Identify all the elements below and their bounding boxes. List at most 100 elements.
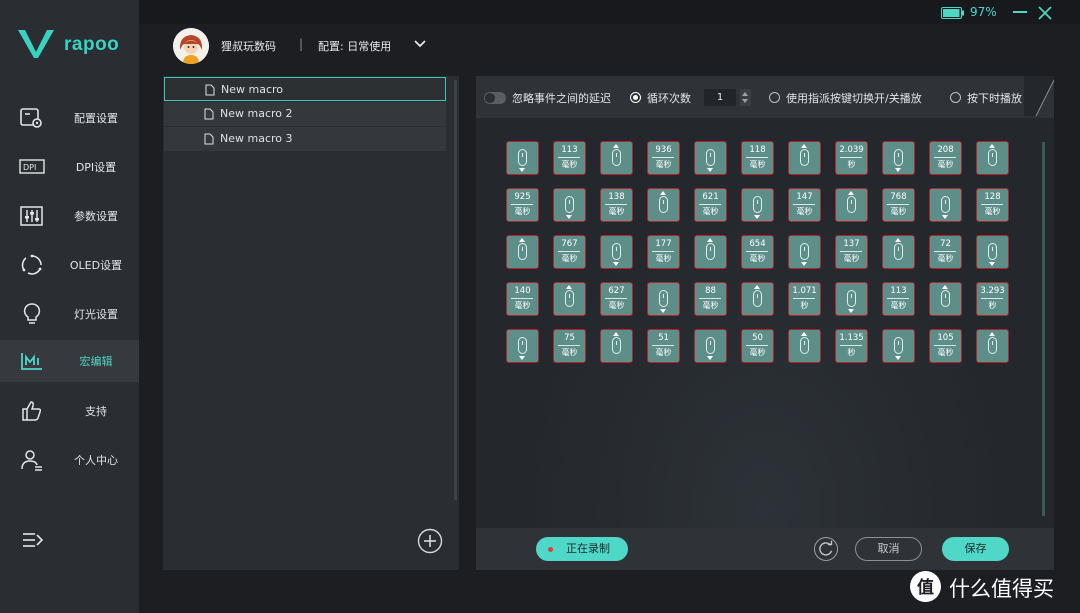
sidebar-item-profile[interactable]: 个人中心: [0, 439, 139, 481]
delay-event[interactable]: 50 毫秒: [741, 329, 774, 363]
sidebar-item-params[interactable]: 参数设置: [0, 195, 139, 237]
ignore-delay-toggle[interactable]: [484, 92, 506, 104]
mouse-press-event[interactable]: [976, 235, 1009, 269]
sidebar-item-dpi[interactable]: DPI DPI设置: [0, 146, 139, 188]
delay-value: 118: [749, 145, 766, 155]
delay-event[interactable]: 105 毫秒: [929, 329, 962, 363]
save-button[interactable]: 保存: [942, 537, 1009, 561]
delay-unit: 秒: [988, 301, 997, 310]
cancel-button[interactable]: 取消: [855, 537, 922, 561]
mouse-press-event[interactable]: [506, 329, 539, 363]
mouse-press-event[interactable]: [882, 329, 915, 363]
mouse-release-event[interactable]: [553, 282, 586, 316]
mouse-release-event[interactable]: [600, 329, 633, 363]
delay-event[interactable]: 177 毫秒: [647, 235, 680, 269]
stepper-up-icon[interactable]: [742, 92, 748, 96]
user-icon: [21, 450, 42, 471]
delay-event[interactable]: 3.293 秒: [976, 282, 1009, 316]
macro-list-item[interactable]: New macro: [164, 77, 446, 101]
delay-event[interactable]: 621 毫秒: [694, 188, 727, 222]
mouse-release-event[interactable]: [506, 235, 539, 269]
mouse-release-event[interactable]: [788, 329, 821, 363]
stepper-down-icon[interactable]: [742, 99, 748, 103]
delay-event[interactable]: 140 毫秒: [506, 282, 539, 316]
delay-event[interactable]: 768 毫秒: [882, 188, 915, 222]
delay-event[interactable]: 72 毫秒: [929, 235, 962, 269]
delay-event[interactable]: 128 毫秒: [976, 188, 1009, 222]
mouse-release-event[interactable]: [741, 282, 774, 316]
loop-count-stepper[interactable]: [740, 89, 751, 106]
sidebar-item-lighting[interactable]: 灯光设置: [0, 293, 139, 335]
avatar[interactable]: [173, 28, 209, 64]
toggle-play-radio[interactable]: [769, 92, 780, 103]
mouse-press-event[interactable]: [741, 188, 774, 222]
delay-event[interactable]: 113 毫秒: [882, 282, 915, 316]
arrow-up-icon: [989, 332, 995, 336]
mouse-release-event[interactable]: [929, 282, 962, 316]
refresh-button[interactable]: [814, 537, 838, 561]
loop-count-radio[interactable]: [630, 92, 641, 103]
delay-event[interactable]: 208 毫秒: [929, 141, 962, 175]
mouse-press-event[interactable]: [553, 188, 586, 222]
mouse-release-event[interactable]: [882, 235, 915, 269]
delay-event[interactable]: 2.039 秒: [835, 141, 868, 175]
mouse-press-event[interactable]: [835, 282, 868, 316]
mouse-release-event[interactable]: [788, 141, 821, 175]
sidebar-item-config[interactable]: 配置设置: [0, 97, 139, 139]
macro-list-item[interactable]: New macro 2: [164, 102, 446, 126]
delay-event[interactable]: 138 毫秒: [600, 188, 633, 222]
arrow-up-icon: [801, 144, 807, 148]
macro-list-item[interactable]: New macro 3: [164, 127, 446, 151]
delay-event[interactable]: 1.071 秒: [788, 282, 821, 316]
delay-unit: 秒: [847, 160, 856, 169]
sidebar-item-oled[interactable]: OLED设置: [0, 244, 139, 286]
macro-name: New macro: [221, 83, 284, 96]
delay-event[interactable]: 51 毫秒: [647, 329, 680, 363]
delay-event[interactable]: 113 毫秒: [553, 141, 586, 175]
delay-event[interactable]: 654 毫秒: [741, 235, 774, 269]
sidebar-item-label: 个人中心: [74, 454, 118, 467]
delay-event[interactable]: 147 毫秒: [788, 188, 821, 222]
chevron-down-icon[interactable]: [413, 39, 427, 49]
mouse-press-event[interactable]: [694, 141, 727, 175]
thumbs-up-icon: [22, 401, 42, 421]
minimize-icon[interactable]: [1013, 11, 1027, 13]
user-name: 狸叔玩数码: [221, 40, 276, 53]
delay-event[interactable]: 767 毫秒: [553, 235, 586, 269]
mouse-release-event[interactable]: [694, 235, 727, 269]
mouse-release-event[interactable]: [600, 141, 633, 175]
mouse-press-event[interactable]: [882, 141, 915, 175]
mouse-press-event[interactable]: [788, 235, 821, 269]
sidebar-item-support[interactable]: 支持: [0, 390, 139, 432]
mouse-release-event[interactable]: [976, 329, 1009, 363]
mouse-press-event[interactable]: [506, 141, 539, 175]
mouse-press-event[interactable]: [647, 282, 680, 316]
mouse-icon: [894, 337, 903, 354]
loop-count-input[interactable]: [704, 89, 736, 106]
mouse-icon: [988, 243, 997, 260]
mouse-release-event[interactable]: [835, 188, 868, 222]
delay-event[interactable]: 118 毫秒: [741, 141, 774, 175]
delay-event[interactable]: 75 毫秒: [553, 329, 586, 363]
mouse-release-event[interactable]: [976, 141, 1009, 175]
mouse-press-event[interactable]: [694, 329, 727, 363]
event-grid-scrollbar[interactable]: [1042, 142, 1045, 516]
sidebar-item-macro[interactable]: 宏编辑: [0, 340, 139, 382]
collapse-menu-icon[interactable]: [22, 530, 44, 550]
close-icon[interactable]: [1037, 5, 1053, 21]
record-button[interactable]: 正在录制: [536, 537, 628, 561]
add-macro-button[interactable]: [417, 528, 443, 554]
macro-list-scrollbar[interactable]: [454, 80, 457, 500]
delay-event[interactable]: 88 毫秒: [694, 282, 727, 316]
hold-play-radio[interactable]: [950, 92, 961, 103]
delay-event[interactable]: 137 毫秒: [835, 235, 868, 269]
delay-event[interactable]: 1.135 秒: [835, 329, 868, 363]
delay-event[interactable]: 627 毫秒: [600, 282, 633, 316]
delay-event[interactable]: 925 毫秒: [506, 188, 539, 222]
delay-divider: [746, 345, 768, 346]
delay-event[interactable]: 936 毫秒: [647, 141, 680, 175]
config-profile-label[interactable]: 配置: 日常使用: [318, 38, 391, 54]
mouse-release-event[interactable]: [647, 188, 680, 222]
mouse-press-event[interactable]: [600, 235, 633, 269]
mouse-press-event[interactable]: [929, 188, 962, 222]
